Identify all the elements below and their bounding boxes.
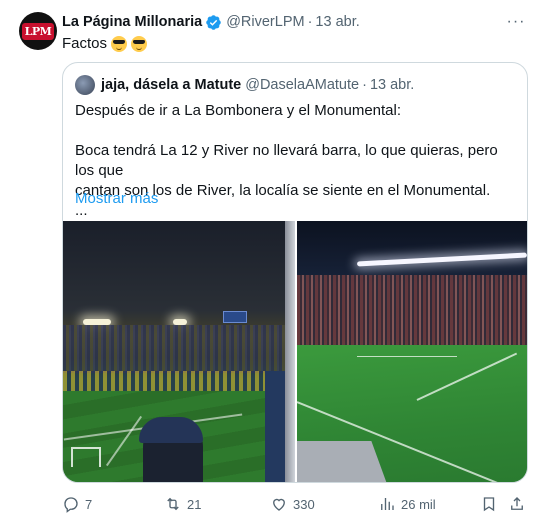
sunglasses-emoji-icon (111, 36, 128, 52)
author-avatar[interactable]: LPM (19, 12, 57, 50)
tweet-header: La Página Millonaria @RiverLPM · 13 abr. (62, 12, 360, 32)
quoted-tweet[interactable]: jaja, dásela a Matute @DaselaAMatute · 1… (62, 62, 528, 483)
reply-count: 7 (85, 496, 93, 512)
quoted-author-avatar (75, 75, 95, 95)
author-name[interactable]: La Página Millonaria (62, 14, 202, 30)
tweet-text: Factos (62, 34, 148, 54)
quoted-author-name: jaja, dásela a Matute (101, 77, 242, 93)
bookmark-icon (483, 497, 495, 512)
retweet-icon (167, 497, 179, 511)
quoted-author-handle: @DaselaAMatute (245, 77, 360, 93)
analytics-icon (381, 498, 394, 510)
share-icon (511, 497, 523, 510)
separator-dot: · (307, 14, 313, 30)
verified-badge-icon (206, 14, 221, 30)
view-count: 26 mil (401, 496, 436, 512)
separator-dot: · (362, 77, 367, 93)
tweet-text-content: Factos (62, 35, 108, 52)
tweet[interactable]: LPM La Página Millonaria @RiverLPM · 13 … (0, 0, 540, 523)
more-options-icon[interactable]: ··· (506, 12, 526, 32)
like-count: 330 (293, 496, 315, 512)
quoted-tweet-header: jaja, dásela a Matute @DaselaAMatute · 1… (75, 75, 414, 95)
like-button[interactable]: 330 (270, 494, 315, 514)
retweet-count: 21 (187, 496, 202, 512)
quoted-tweet-date: 13 abr. (369, 77, 415, 93)
avatar-logo: LPM (21, 22, 55, 40)
author-handle[interactable]: @RiverLPM (226, 14, 304, 30)
heart-icon (273, 498, 285, 511)
views-button[interactable]: 26 mil (378, 494, 436, 514)
share-button[interactable] (508, 494, 526, 514)
bookmark-button[interactable] (480, 494, 498, 514)
quoted-line: Después de ir a La Bombonera y el Monume… (75, 102, 402, 119)
reply-button[interactable]: 7 (62, 494, 92, 514)
tweet-date[interactable]: 13 abr. (315, 14, 359, 30)
media-grid (63, 221, 527, 482)
quoted-line: Boca tendrá La 12 y River no llevará bar… (75, 142, 498, 179)
show-more-link[interactable]: Mostrar más (75, 190, 158, 207)
retweet-button[interactable]: 21 (164, 494, 201, 514)
stadium-la-bombonera-photo[interactable] (63, 221, 295, 482)
tweet-actions: 7 21 330 26 mil (62, 494, 528, 514)
reply-icon (64, 497, 78, 513)
sunglasses-emoji-icon (131, 36, 148, 52)
stadium-monumental-photo[interactable] (297, 221, 527, 482)
